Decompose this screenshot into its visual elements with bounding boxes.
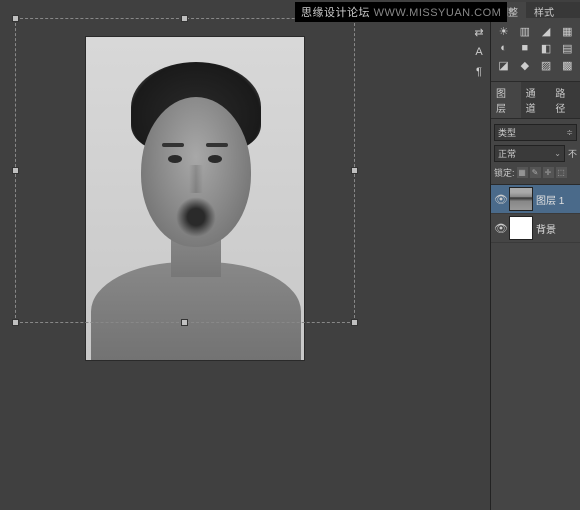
transform-handle-ml[interactable] [12,167,19,174]
layers-panel-tabs: 图层 通道 路径 [491,82,580,119]
transform-handle-mr[interactable] [351,167,358,174]
watermark-badge: 思缘设计论坛 WWW.MISSYUAN.COM [295,2,507,22]
lock-position-icon[interactable]: ✛ [543,167,554,178]
layer-filter-dropdown[interactable]: 类型 ≑ [494,124,577,141]
layer-name-label: 背景 [536,221,556,236]
adjustments-panel: ☀ ▥ ◢ ▦ ◐ ■ ◧ ▤ ◪ ◆ ▨ ▩ [491,18,580,82]
layer-options: 类型 ≑ 正常 ⌄ 不 锁定: ▦ ✎ ✛ ⬚ [491,119,580,185]
vertical-tool-strip: ⇄ A ¶ [471,26,489,86]
transform-handle-bm[interactable] [181,319,188,326]
layer-thumbnail[interactable] [509,187,533,211]
bw-icon[interactable]: ▤ [560,41,574,55]
visibility-eye-icon[interactable]: 👁 [494,193,506,205]
chevron-down-icon: ≑ [566,128,573,137]
paragraph-tool-icon[interactable]: ¶ [471,66,487,82]
watermark-text: 思缘设计论坛 [301,7,370,19]
visibility-eye-icon[interactable]: 👁 [494,222,506,234]
tab-layers[interactable]: 图层 [491,82,521,118]
transform-handle-tl[interactable] [12,15,19,22]
transform-handle-bl[interactable] [12,319,19,326]
filter-kind-label: 类型 [498,126,516,139]
opacity-label: 不 [568,147,577,160]
threshold-icon[interactable]: ▩ [560,58,574,72]
hue-icon[interactable]: ■ [518,41,532,55]
blend-mode-label: 正常 [498,147,516,160]
canvas-area[interactable] [0,18,490,510]
watermark-url: WWW.MISSYUAN.COM [374,7,502,19]
right-panel: ⇄ A ¶ ☀ ▥ ◢ ▦ ◐ ■ ◧ ▤ ◪ ◆ ▨ ▩ 图层 通道 路径 [490,18,580,510]
layer-name-label: 图层 1 [536,192,564,207]
transform-handle-br[interactable] [351,319,358,326]
layers-list: 👁 图层 1 👁 背景 [491,185,580,243]
transform-bounding-box[interactable] [15,18,355,323]
blend-mode-dropdown[interactable]: 正常 ⌄ [494,145,565,162]
color-balance-icon[interactable]: ◧ [539,41,553,55]
transform-handle-tm[interactable] [181,15,188,22]
chevron-down-icon: ⌄ [554,149,561,158]
channel-mixer-icon[interactable]: ◆ [518,58,532,72]
photo-filter-icon[interactable]: ◪ [497,58,511,72]
layer-row[interactable]: 👁 图层 1 [491,185,580,214]
tab-channels[interactable]: 通道 [521,82,551,118]
curves-icon[interactable]: ◢ [539,24,553,38]
levels-icon[interactable]: ▥ [518,24,532,38]
text-tool-icon[interactable]: A [471,46,487,62]
posterize-icon[interactable]: ▨ [539,58,553,72]
exposure-icon[interactable]: ▦ [560,24,574,38]
swap-icon[interactable]: ⇄ [471,26,487,42]
layer-thumbnail[interactable] [509,216,533,240]
lock-pixels-icon[interactable]: ✎ [530,167,541,178]
brightness-icon[interactable]: ☀ [497,24,511,38]
lock-all-icon[interactable]: ⬚ [556,167,567,178]
vibrance-icon[interactable]: ◐ [497,41,511,55]
tab-paths[interactable]: 路径 [550,82,580,118]
lock-transparency-icon[interactable]: ▦ [517,167,528,178]
layer-row[interactable]: 👁 背景 [491,214,580,243]
lock-label: 锁定: [494,166,515,179]
